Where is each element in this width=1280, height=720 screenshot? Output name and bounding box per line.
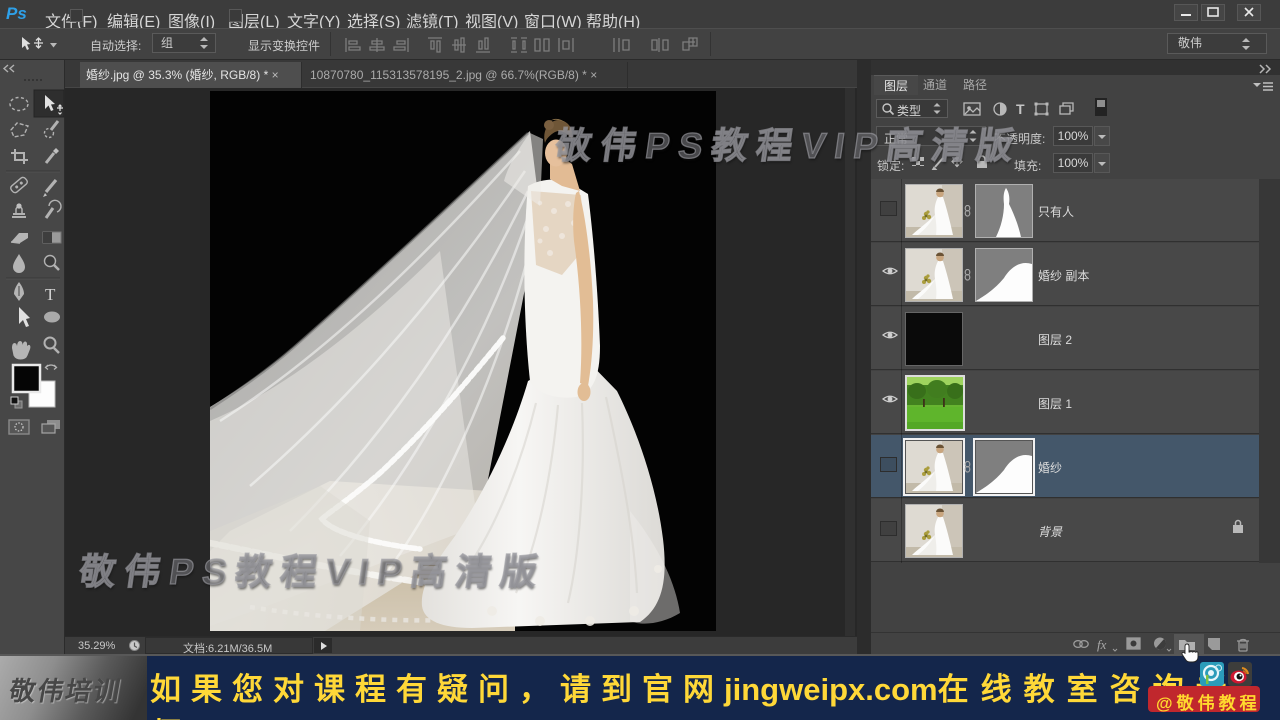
svg-text:T: T — [45, 285, 56, 304]
svg-text:fx: fx — [1097, 637, 1107, 652]
svg-text:T: T — [1016, 101, 1025, 117]
